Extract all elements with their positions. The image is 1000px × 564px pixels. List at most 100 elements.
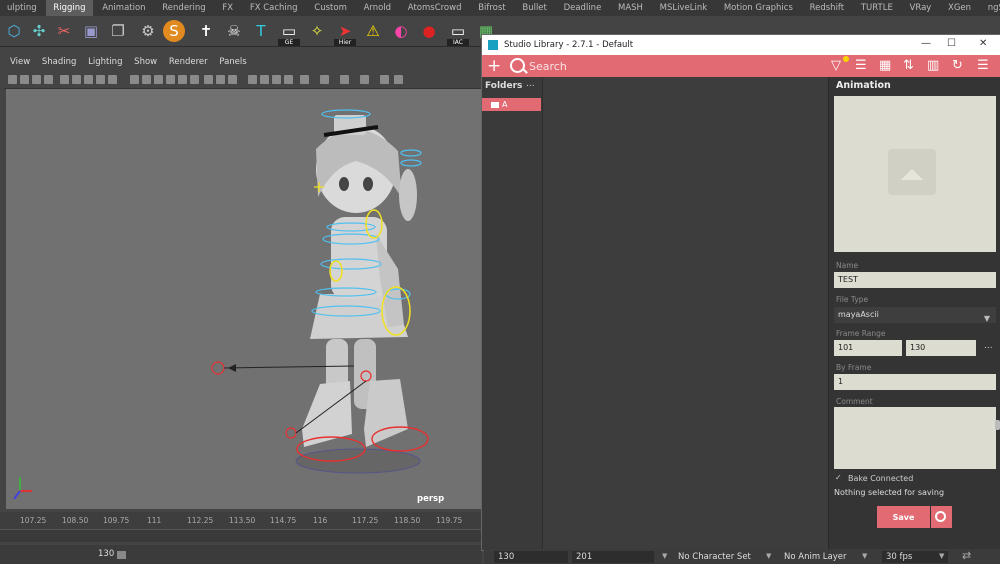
film-gate-icon[interactable] [72, 75, 81, 84]
shelf-tab-turtle[interactable]: TURTLE [854, 0, 900, 16]
select-camera-icon[interactable] [8, 75, 17, 84]
shelf-tab-fx-caching[interactable]: FX Caching [243, 0, 305, 16]
motion-blur-icon[interactable] [260, 75, 269, 84]
view-transform-icon[interactable] [340, 75, 349, 84]
minimize-icon[interactable]: — [921, 38, 931, 49]
ge-icon[interactable]: ▭ GE [278, 20, 300, 46]
timeline-strip[interactable] [0, 529, 482, 542]
antialiasing-icon[interactable] [272, 75, 281, 84]
xray-joints-icon[interactable] [228, 75, 237, 84]
comment-field[interactable] [834, 407, 996, 469]
items-pane[interactable] [543, 77, 828, 550]
color-wheel-icon[interactable]: ◐ [390, 20, 412, 42]
xray-icon[interactable] [216, 75, 225, 84]
wireframe-on-shaded-icon[interactable] [154, 75, 163, 84]
frame-end-field[interactable]: 130 [906, 340, 976, 356]
anim-layer-select[interactable]: No Anim Layer [780, 551, 860, 563]
scroll-handle[interactable] [995, 420, 1000, 430]
range-start-field[interactable]: 130 [494, 551, 568, 563]
shelf-tab-xgen[interactable]: XGen [941, 0, 978, 16]
textured-icon[interactable] [166, 75, 175, 84]
save-options-icon[interactable] [931, 506, 952, 528]
toggle-panels-icon[interactable]: ▥ [927, 58, 939, 74]
insert-joint-icon[interactable]: ▣ [80, 20, 102, 42]
shelf-tab-rendering[interactable]: Rendering [155, 0, 212, 16]
shelf-tab-custom[interactable]: Custom [307, 0, 354, 16]
shadows-icon[interactable] [190, 75, 199, 84]
viewport-menu-show[interactable]: Show [134, 57, 157, 67]
character-set-select[interactable]: No Character Set [674, 551, 766, 563]
refresh-icon[interactable]: ↻ [952, 58, 963, 74]
field-chart-icon[interactable] [108, 75, 117, 84]
folders-menu-button[interactable]: ... [526, 79, 535, 89]
shelf-tab-animation[interactable]: Animation [95, 0, 152, 16]
t-joint-icon[interactable]: T [250, 20, 272, 42]
joint-tool-icon[interactable]: ⬡ [3, 20, 25, 42]
close-icon[interactable]: ✕ [979, 38, 987, 49]
viewport-menu-renderer[interactable]: Renderer [169, 57, 208, 67]
viewport-menu-shading[interactable]: Shading [42, 57, 77, 67]
skull-icon[interactable]: ☠ [223, 20, 245, 42]
viewport-menu-view[interactable]: View [10, 57, 30, 67]
file-type-select[interactable]: mayaAscii ▼ [834, 307, 996, 323]
sort-icon[interactable]: ⇅ [903, 58, 914, 74]
shelf-tab-rigging[interactable]: Rigging [46, 0, 93, 16]
red-ball-icon[interactable]: ● [418, 20, 440, 42]
isolate-select-icon[interactable] [204, 75, 213, 84]
name-field[interactable]: TEST [834, 272, 996, 288]
orient-joint-icon[interactable]: ⚙ [137, 20, 159, 42]
shelf-tab-redshift[interactable]: Redshift [803, 0, 852, 16]
chevron-down-icon[interactable]: ▼ [766, 552, 771, 560]
loop-icon[interactable]: ⇄ [962, 549, 971, 562]
search-input[interactable] [529, 59, 769, 74]
depth-of-field-icon[interactable] [284, 75, 293, 84]
shelf-tab-ngskintools[interactable]: ngSkinTo [981, 0, 1000, 16]
smooth-shade-icon[interactable] [142, 75, 151, 84]
folder-item-a[interactable]: A [482, 98, 541, 111]
wireframe-icon[interactable] [130, 75, 139, 84]
bake-connected-checkbox[interactable]: ✓ [835, 473, 843, 482]
viewport-persp[interactable] [6, 89, 482, 509]
viewport-menu-panels[interactable]: Panels [219, 57, 246, 67]
frame-start-field[interactable]: 101 [834, 340, 902, 356]
resolution-gate-icon[interactable] [84, 75, 93, 84]
shelf-tab-vray[interactable]: VRay [903, 0, 939, 16]
by-frame-field[interactable]: 1 [834, 374, 996, 390]
grid-toggle-icon[interactable] [60, 75, 69, 84]
shelf-tab-bifrost[interactable]: Bifrost [471, 0, 512, 16]
t-pose-icon[interactable]: ✝ [195, 20, 217, 42]
view-grid-icon[interactable]: ▦ [879, 58, 891, 74]
studio-library-titlebar[interactable]: Studio Library - 2.7.1 - Default — ☐ ✕ [482, 35, 1000, 55]
viewport-menu-lighting[interactable]: Lighting [88, 57, 122, 67]
script-s-icon[interactable]: S [163, 20, 185, 42]
chevron-down-icon[interactable]: ▼ [862, 552, 867, 560]
thumbnail-preview[interactable] [834, 96, 996, 252]
ik-handle-icon[interactable]: ✣ [28, 20, 50, 42]
time-slider[interactable]: 107.25 108.50 109.75 111 112.25 113.50 1… [0, 512, 482, 542]
ik-spline-icon[interactable]: ✂ [53, 20, 75, 42]
isolate-icon[interactable] [394, 75, 403, 84]
gate-mask-icon[interactable] [96, 75, 105, 84]
new-item-icon[interactable]: + [487, 56, 501, 76]
shelf-tab-fx[interactable]: FX [215, 0, 240, 16]
chevron-down-icon[interactable]: ▼ [662, 552, 667, 560]
filter-icon[interactable]: ▽ [831, 58, 841, 74]
iac-icon[interactable]: ▭ IAC [447, 20, 469, 46]
hier-select-icon[interactable]: ➤ Hier [334, 20, 356, 46]
range-end-field[interactable]: 201 [572, 551, 654, 563]
image-plane-icon[interactable] [44, 75, 53, 84]
chevron-down-icon[interactable]: ▼ [939, 552, 944, 560]
settings-sliders-icon[interactable]: ☰ [855, 58, 867, 74]
shelf-tab-arnold[interactable]: Arnold [357, 0, 399, 16]
shelf-tab-mash[interactable]: MASH [611, 0, 650, 16]
shelf-tab-mslivelink[interactable]: MSLiveLink [653, 0, 715, 16]
menu-icon[interactable]: ☰ [977, 58, 989, 74]
color-management-icon[interactable] [360, 75, 369, 84]
maximize-icon[interactable]: ☐ [947, 38, 956, 49]
ambient-occlusion-icon[interactable] [248, 75, 257, 84]
warning-icon[interactable]: ⚠ [362, 20, 384, 42]
shelf-tab-motion-graphics[interactable]: Motion Graphics [717, 0, 800, 16]
shelf-tab-deadline[interactable]: Deadline [557, 0, 609, 16]
gamma-icon[interactable] [320, 75, 329, 84]
bone-icon[interactable]: ✧ [306, 20, 328, 42]
